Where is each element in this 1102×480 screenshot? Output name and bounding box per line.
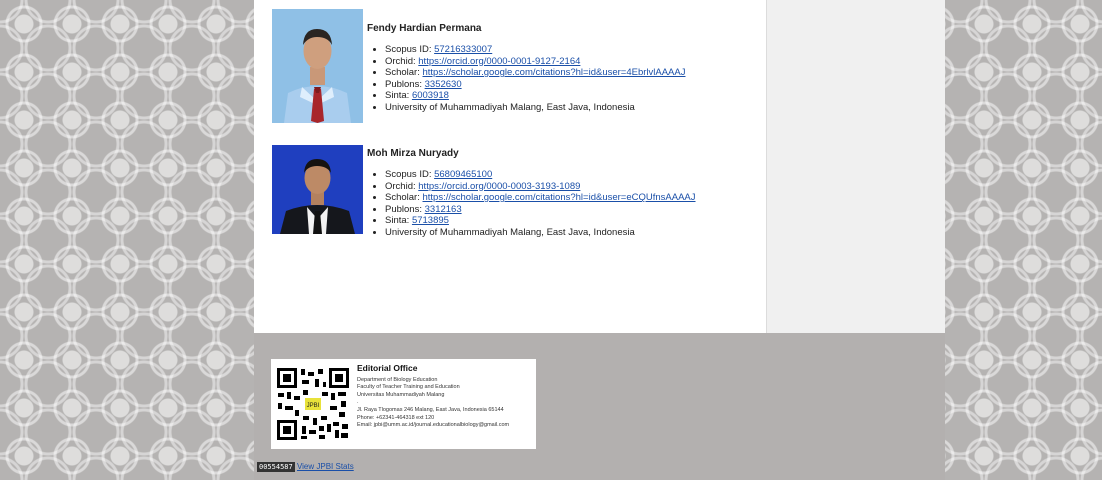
qr-code-icon: JPBI — [275, 366, 351, 442]
list-item: Sinta: 6003918 — [385, 90, 777, 102]
list-item: Orchid: https://orcid.org/0000-0001-9127… — [385, 56, 777, 68]
scopus-link[interactable]: 57216333007 — [434, 44, 492, 55]
office-line: Department of Biology Education — [357, 376, 438, 383]
orcid-link[interactable]: https://orcid.org/0000-0001-9127-2164 — [418, 56, 580, 67]
detail-label: Scopus ID: — [385, 44, 435, 55]
office-line: . — [357, 399, 359, 406]
office-line: Email: jpbi@umm.ac.id/journal.educationa… — [357, 422, 510, 429]
detail-label: Publons: — [385, 78, 425, 90]
footer: JPBI Editorial Office Department of Biol… — [254, 333, 945, 480]
scholar-link[interactable]: https://scholar.google.com/citations?hl=… — [423, 67, 686, 78]
list-item: Scopus ID: 56809465100 — [385, 169, 777, 181]
affiliation-text: University of Muhammadiyah Malang, East … — [385, 101, 635, 113]
qr-badge: JPBI — [307, 403, 320, 409]
detail-label: Orchid: — [385, 55, 419, 67]
publons-link[interactable]: 3352630 — [425, 79, 462, 90]
scopus-link[interactable]: 56809465100 — [434, 169, 492, 180]
list-item: Publons: 3352630 — [385, 79, 777, 91]
detail-label: Scholar: — [385, 67, 423, 78]
editor-details-list: Scopus ID: 57216333007 Orchid: https://o… — [367, 44, 777, 113]
list-item: Sinta: 5713895 — [385, 215, 777, 227]
editor-name: Fendy Hardian Permana — [367, 23, 482, 34]
sidebar — [766, 0, 945, 333]
office-line: Faculty of Teacher Training and Educatio… — [357, 384, 460, 391]
editorial-office-card: JPBI Editorial Office Department of Biol… — [271, 359, 536, 449]
list-item: Publons: 3312163 — [385, 204, 777, 216]
main-content: Fendy Hardian Permana Scopus ID: 5721633… — [254, 0, 766, 333]
list-item: Scholar: https://scholar.google.com/cita… — [385, 192, 777, 204]
publons-link[interactable]: 3312163 — [425, 204, 462, 215]
visitor-counter: 00554587 — [257, 462, 295, 472]
editor-photo — [272, 145, 363, 234]
office-line: Phone: +62341-464318 ext 120 — [357, 414, 435, 421]
editor-photo — [272, 9, 363, 123]
detail-label: Publons: — [385, 203, 425, 215]
sinta-link[interactable]: 5713895 — [412, 215, 449, 226]
list-item: Scholar: https://scholar.google.com/cita… — [385, 67, 777, 79]
office-address: Editorial Office Department of Biology E… — [357, 363, 533, 430]
orcid-link[interactable]: https://orcid.org/0000-0003-3193-1089 — [418, 181, 580, 192]
list-item: University of Muhammadiyah Malang, East … — [385, 227, 777, 239]
detail-label: Sinta: — [385, 215, 412, 226]
detail-label: Sinta: — [385, 90, 412, 101]
list-item: Orchid: https://orcid.org/0000-0003-3193… — [385, 181, 777, 193]
detail-label: Orchid: — [385, 180, 419, 192]
list-item: University of Muhammadiyah Malang, East … — [385, 102, 777, 114]
editor-name: Moh Mirza Nuryady — [367, 148, 459, 159]
scholar-link[interactable]: https://scholar.google.com/citations?hl=… — [423, 192, 696, 203]
editor-details-list: Scopus ID: 56809465100 Orchid: https://o… — [367, 169, 777, 238]
detail-label: Scopus ID: — [385, 169, 435, 180]
office-title: Editorial Office — [357, 363, 418, 373]
affiliation-text: University of Muhammadiyah Malang, East … — [385, 226, 635, 238]
detail-label: Scholar: — [385, 192, 423, 203]
sinta-link[interactable]: 6003918 — [412, 90, 449, 101]
office-line: Jl. Raya Tlogomas 246 Malang, East Java,… — [357, 406, 504, 413]
list-item: Scopus ID: 57216333007 — [385, 44, 777, 56]
office-line: Universitas Muhammadiyah Malang — [357, 391, 445, 398]
stats-row: 00554587 View JPBI Stats — [257, 462, 354, 472]
view-stats-link[interactable]: View JPBI Stats — [297, 462, 354, 471]
page-wrapper: Fendy Hardian Permana Scopus ID: 5721633… — [254, 0, 945, 480]
